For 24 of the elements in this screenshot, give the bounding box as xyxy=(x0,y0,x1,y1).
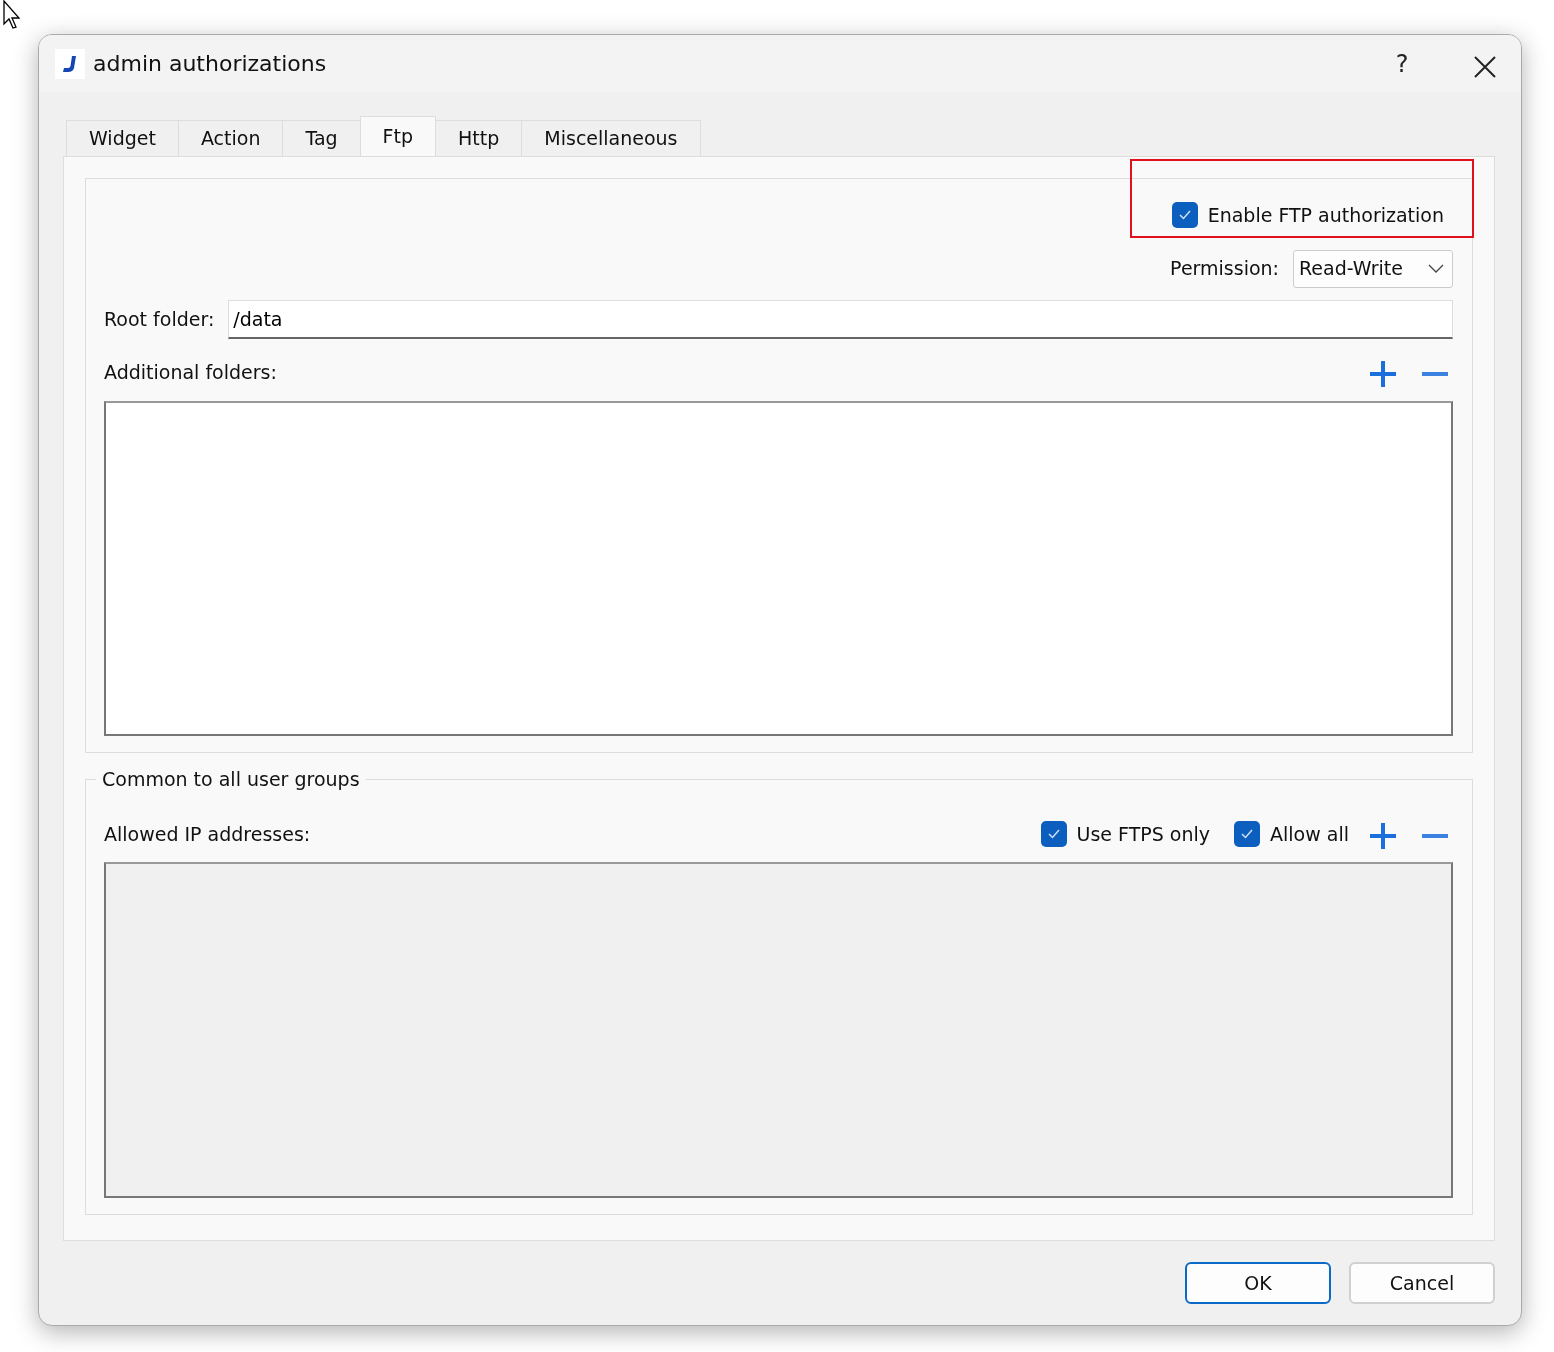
tab[interactable]: Ftp xyxy=(359,116,437,156)
checkbox-label: Allow all xyxy=(1270,822,1349,848)
additional-folders-label: Additional folders: xyxy=(104,360,277,386)
checkbox[interactable] xyxy=(1171,202,1198,229)
checkmark-icon xyxy=(1046,828,1061,841)
tab[interactable]: Miscellaneous xyxy=(521,120,701,156)
checkbox-label: Use FTPS only xyxy=(1076,822,1211,848)
app-logo-icon xyxy=(55,48,85,79)
checkmark-icon xyxy=(1240,828,1255,841)
tab[interactable]: Widget xyxy=(66,120,179,156)
allowed-ip-label: Allowed IP addresses: xyxy=(104,822,311,848)
help-button[interactable]: ? xyxy=(1377,45,1427,82)
checkbox-label: Enable FTP authorization xyxy=(1207,203,1444,228)
permission-label: Permission: xyxy=(1170,256,1279,282)
root-folder-field[interactable]: /data xyxy=(228,299,1453,339)
root-folder-label: Root folder: xyxy=(104,306,215,332)
dialog-button[interactable]: OK xyxy=(1185,1262,1331,1304)
checkbox[interactable] xyxy=(1040,821,1067,848)
checkbox[interactable] xyxy=(1234,821,1261,848)
chevron-down-icon xyxy=(1428,263,1444,274)
permission-dropdown[interactable]: Read-Write xyxy=(1293,249,1453,288)
checkmark-icon xyxy=(1177,209,1192,222)
dialog-button[interactable]: Cancel xyxy=(1349,1262,1495,1304)
window-title: admin authorizations xyxy=(93,50,328,78)
